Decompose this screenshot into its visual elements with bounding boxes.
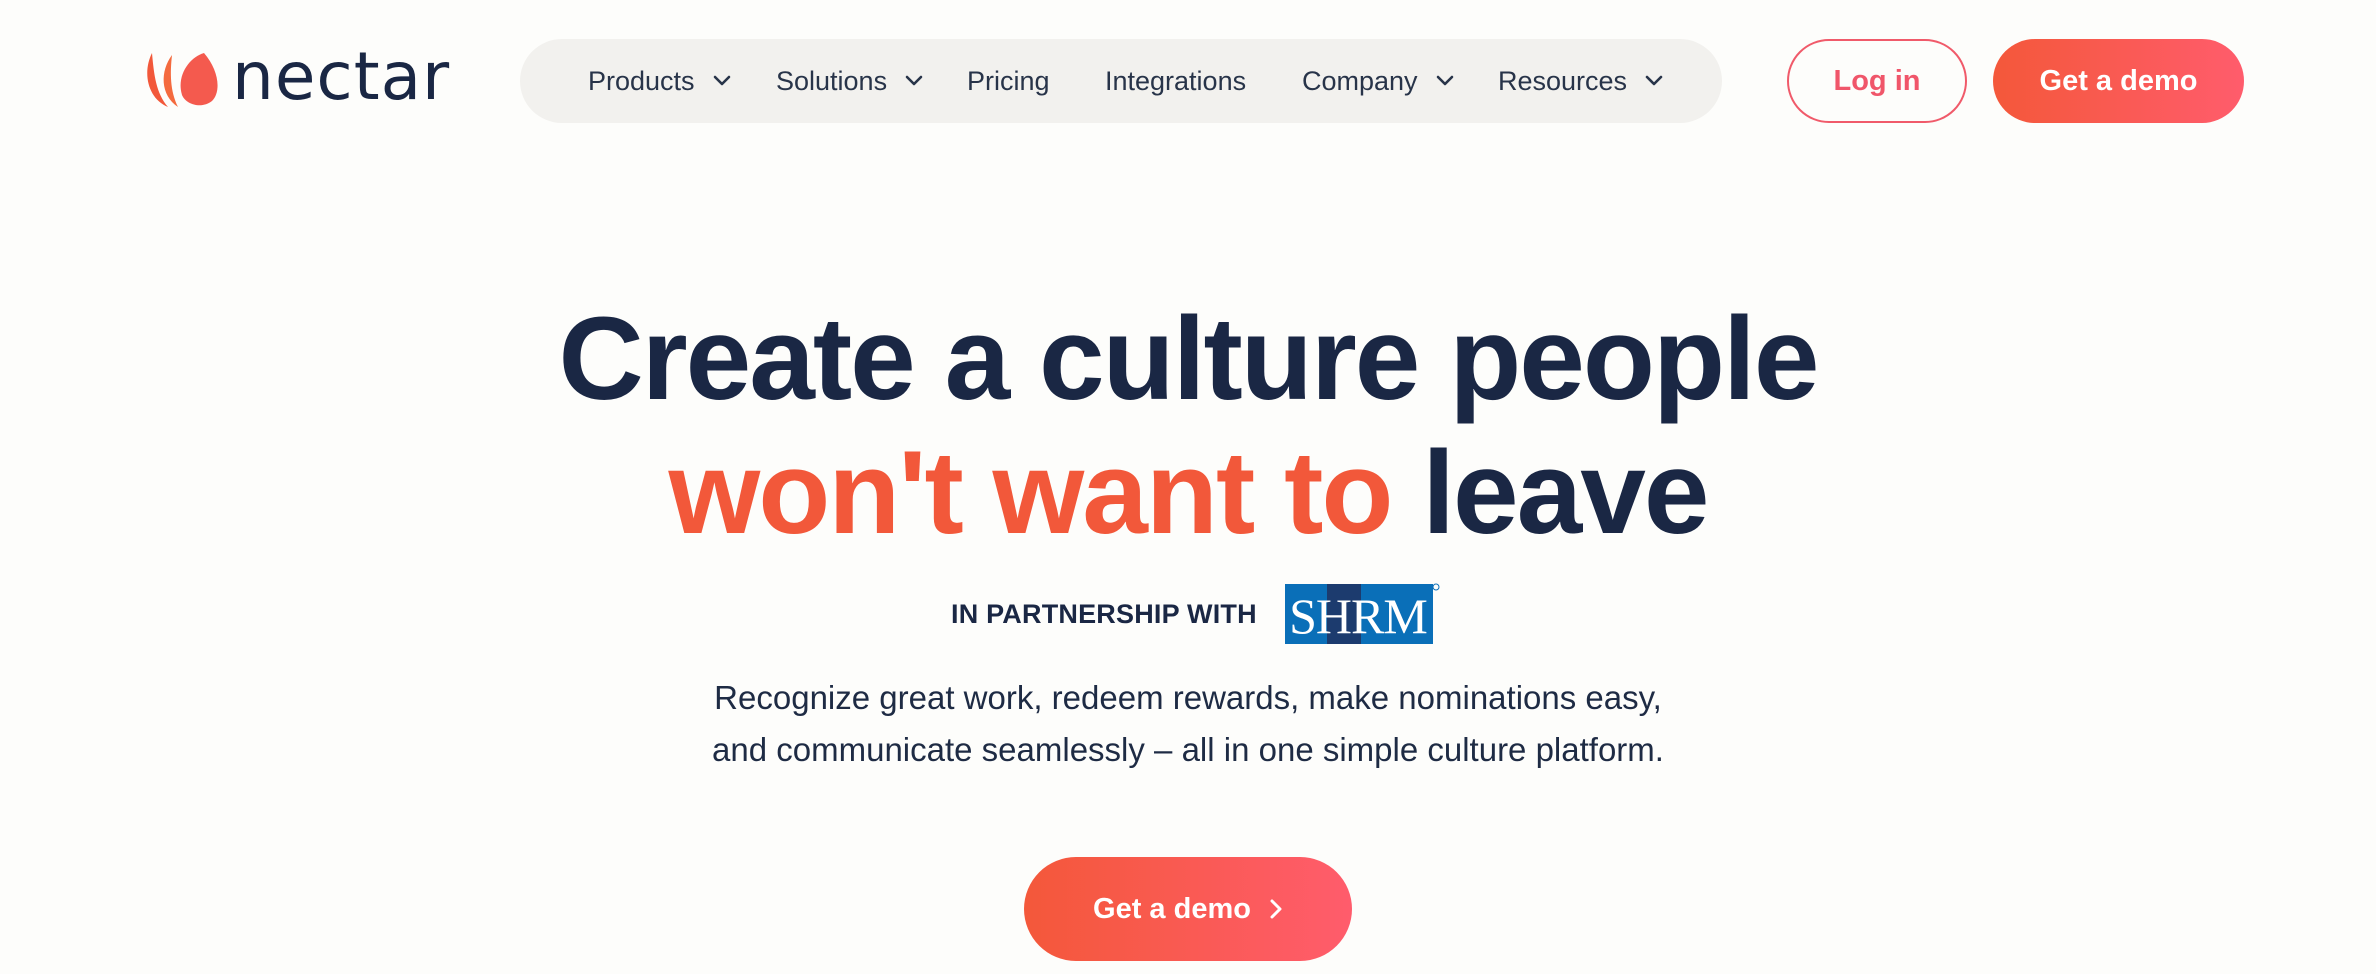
partnership-row: IN PARTNERSHIP WITH SHRM bbox=[951, 582, 1440, 646]
hero-subtitle-line2: and communicate seamlessly – all in one … bbox=[712, 731, 1664, 768]
chevron-right-icon bbox=[1270, 899, 1282, 919]
login-button[interactable]: Log in bbox=[1787, 39, 1967, 123]
chevron-down-icon bbox=[713, 75, 730, 86]
nav-item-integrations[interactable]: Integrations bbox=[1105, 39, 1246, 123]
get-demo-hero-button[interactable]: Get a demo bbox=[1024, 857, 1352, 961]
nav-item-company[interactable]: Company bbox=[1302, 39, 1454, 123]
nav-item-label: Pricing bbox=[967, 65, 1050, 96]
main-navigation: Products Solutions Pricing Integrations … bbox=[520, 39, 1722, 123]
nav-item-label: Integrations bbox=[1105, 65, 1247, 96]
nectar-flower-icon bbox=[147, 53, 218, 107]
hero-headline-accent: won't want to bbox=[668, 427, 1393, 559]
brand-name: nectar bbox=[232, 38, 451, 115]
shrm-logo: SHRM bbox=[1284, 583, 1440, 644]
nav-item-label: Company bbox=[1302, 65, 1418, 96]
hero-subtitle-line1: Recognize great work, redeem rewards, ma… bbox=[714, 679, 1662, 716]
nav-item-solutions[interactable]: Solutions bbox=[776, 39, 923, 123]
hero-headline-line1: Create a culture people bbox=[558, 293, 1820, 425]
nav-item-label: Solutions bbox=[776, 65, 888, 96]
nav-item-resources[interactable]: Resources bbox=[1498, 39, 1663, 123]
partnership-label: IN PARTNERSHIP WITH bbox=[951, 598, 1257, 629]
nav-item-pricing[interactable]: Pricing bbox=[967, 39, 1050, 123]
nav-item-products[interactable]: Products bbox=[588, 39, 731, 123]
nectar-logo[interactable]: nectar bbox=[146, 44, 450, 110]
nav-item-label: Products bbox=[588, 65, 695, 96]
get-demo-hero-label: Get a demo bbox=[1093, 892, 1251, 925]
shrm-logo-text: SHRM bbox=[1289, 588, 1427, 644]
get-demo-header-button[interactable]: Get a demo bbox=[1993, 39, 2244, 123]
chevron-down-icon bbox=[905, 75, 923, 86]
chevron-down-icon bbox=[1436, 75, 1453, 86]
hero-headline-end: leave bbox=[1422, 427, 1709, 559]
hero-headline-line2: won't want to leave bbox=[0, 434, 2376, 552]
chevron-down-icon bbox=[1645, 75, 1663, 86]
nav-item-label: Resources bbox=[1498, 65, 1628, 96]
